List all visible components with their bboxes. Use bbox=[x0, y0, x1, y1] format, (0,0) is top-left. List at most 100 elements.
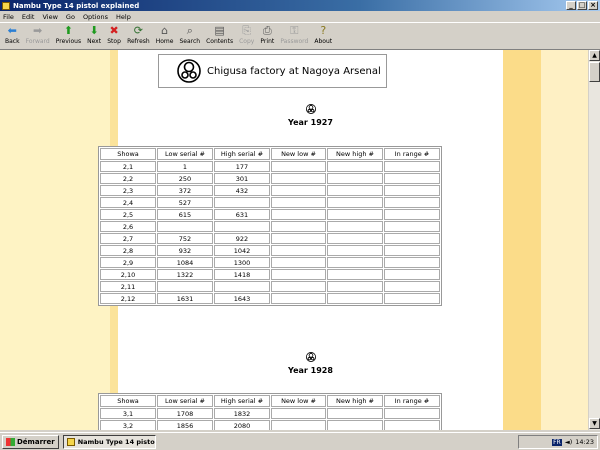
contents-icon: ▤ bbox=[214, 24, 225, 37]
table-cell: 1856 bbox=[157, 420, 213, 430]
table-cell bbox=[271, 161, 326, 172]
taskbar-window-button[interactable]: Nambu Type 14 pistol ... bbox=[62, 434, 156, 449]
table-cell: 372 bbox=[157, 185, 213, 196]
table-cell bbox=[327, 408, 383, 419]
table-cell: 615 bbox=[157, 209, 213, 220]
table-cell: 2080 bbox=[214, 420, 270, 430]
menu-options[interactable]: Options bbox=[83, 13, 108, 21]
about-button[interactable]: ? About bbox=[311, 23, 335, 46]
table-cell: 2,5 bbox=[100, 209, 156, 220]
table-row: 3,1 1708 1832 bbox=[100, 408, 440, 419]
table-cell bbox=[271, 233, 326, 244]
column-header: Low serial # bbox=[157, 395, 213, 407]
factory-title: Chigusa factory at Nagoya Arsenal bbox=[207, 65, 381, 77]
table-row: 2,6 bbox=[100, 221, 440, 232]
window-title-bar[interactable]: Nambu Type 14 pistol explained _ □ × bbox=[0, 0, 600, 11]
print-button[interactable]: ⎙ Print bbox=[257, 23, 277, 46]
toolbar-label: Search bbox=[179, 38, 201, 45]
table-cell: 2,8 bbox=[100, 245, 156, 256]
table-cell bbox=[157, 221, 213, 232]
table-cell: 1084 bbox=[157, 257, 213, 268]
table-row: 2,8 932 1042 bbox=[100, 245, 440, 256]
table-cell bbox=[384, 420, 440, 430]
forward-button[interactable]: ➡ Forward bbox=[23, 23, 53, 46]
previous-button[interactable]: ⬆ Previous bbox=[53, 23, 84, 46]
language-indicator[interactable]: FR bbox=[552, 438, 562, 446]
table-cell: 1832 bbox=[214, 408, 270, 419]
menu-file[interactable]: File bbox=[3, 13, 14, 21]
table-cell bbox=[271, 293, 326, 304]
window-title: Nambu Type 14 pistol explained bbox=[13, 1, 140, 10]
table-cell bbox=[384, 257, 440, 268]
table-cell: 1042 bbox=[214, 245, 270, 256]
table-cell bbox=[327, 161, 383, 172]
forward-arrow-icon: ➡ bbox=[33, 24, 43, 37]
next-button[interactable]: ⬇ Next bbox=[84, 23, 104, 46]
stop-button[interactable]: ✖ Stop bbox=[104, 23, 124, 46]
table-cell: 631 bbox=[214, 209, 270, 220]
table-cell: 2,9 bbox=[100, 257, 156, 268]
table-cell: 752 bbox=[157, 233, 213, 244]
back-button[interactable]: ⬅ Back bbox=[2, 23, 23, 46]
table-row: 3,2 1856 2080 bbox=[100, 420, 440, 430]
password-button[interactable]: ⚿ Password bbox=[277, 23, 311, 46]
toolbar-label: About bbox=[314, 38, 333, 45]
vertical-scrollbar[interactable]: ▲ ▼ bbox=[588, 50, 600, 430]
home-button[interactable]: ⌂ Home bbox=[153, 23, 177, 46]
table-cell: 1418 bbox=[214, 269, 270, 280]
column-header: New low # bbox=[271, 395, 326, 407]
table-cell bbox=[327, 281, 383, 292]
table-cell bbox=[327, 245, 383, 256]
toolbar-label: Copy bbox=[239, 38, 255, 45]
table-cell bbox=[384, 185, 440, 196]
system-tray: FR ◄) 14:23 bbox=[518, 435, 598, 449]
minimize-button[interactable]: _ bbox=[566, 1, 576, 10]
table-cell bbox=[384, 161, 440, 172]
table-cell: 432 bbox=[214, 185, 270, 196]
table-cell bbox=[214, 197, 270, 208]
factory-header: Chigusa factory at Nagoya Arsenal bbox=[158, 54, 387, 88]
page-content: Chigusa factory at Nagoya Arsenal Year 1… bbox=[98, 50, 503, 430]
table-cell bbox=[327, 293, 383, 304]
table-cell bbox=[384, 408, 440, 419]
table-cell: 2,2 bbox=[100, 173, 156, 184]
menu-go[interactable]: Go bbox=[66, 13, 75, 21]
menu-view[interactable]: View bbox=[42, 13, 57, 21]
toolbar-label: Print bbox=[260, 38, 275, 45]
start-button[interactable]: Démarrer bbox=[2, 434, 59, 449]
menu-edit[interactable]: Edit bbox=[22, 13, 35, 21]
scroll-thumb[interactable] bbox=[589, 62, 600, 82]
menu-bar: File Edit View Go Options Help bbox=[0, 11, 600, 22]
close-button[interactable]: × bbox=[588, 1, 598, 10]
up-arrow-icon: ⬆ bbox=[63, 24, 73, 37]
table-cell: 1 bbox=[157, 161, 213, 172]
table-cell bbox=[384, 293, 440, 304]
arsenal-emblem-icon bbox=[177, 59, 201, 83]
menu-help[interactable]: Help bbox=[116, 13, 131, 21]
right-decorative-band bbox=[541, 50, 588, 430]
table-row: 2,3 372 432 bbox=[100, 185, 440, 196]
arsenal-emblem-icon bbox=[305, 352, 316, 362]
table-cell bbox=[271, 257, 326, 268]
table-cell bbox=[271, 245, 326, 256]
table-cell bbox=[327, 233, 383, 244]
table-cell: 2,12 bbox=[100, 293, 156, 304]
scroll-up-button[interactable]: ▲ bbox=[589, 50, 600, 61]
table-cell bbox=[384, 233, 440, 244]
serial-table: Showa Low serial # High serial # New low # N… bbox=[98, 393, 442, 430]
table-row: 2,12 1631 1643 bbox=[100, 293, 440, 304]
table-cell bbox=[384, 209, 440, 220]
contents-button[interactable]: ▤ Contents bbox=[203, 23, 236, 46]
search-button[interactable]: ⌕ Search bbox=[176, 23, 203, 46]
copy-button[interactable]: ⎘ Copy bbox=[236, 23, 257, 46]
maximize-button[interactable]: □ bbox=[577, 1, 587, 10]
scroll-down-button[interactable]: ▼ bbox=[589, 418, 600, 429]
year-heading: Year 1927 bbox=[118, 104, 503, 127]
table-cell bbox=[327, 185, 383, 196]
table-cell bbox=[327, 209, 383, 220]
table-cell bbox=[271, 221, 326, 232]
refresh-button[interactable]: ⟳ Refresh bbox=[124, 23, 153, 46]
table-cell: 1300 bbox=[214, 257, 270, 268]
column-header: In range # bbox=[384, 148, 440, 160]
volume-icon[interactable]: ◄) bbox=[565, 438, 573, 446]
